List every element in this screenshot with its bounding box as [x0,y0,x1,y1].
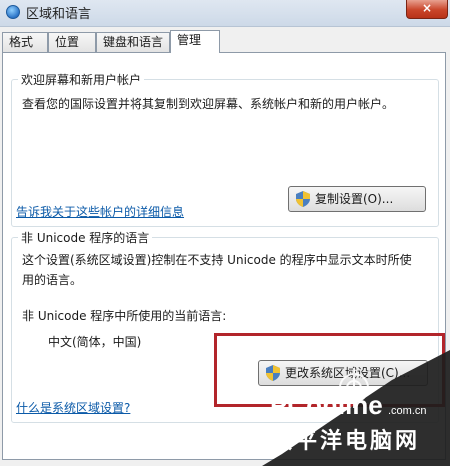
accounts-info-link[interactable]: 告诉我关于这些帐户的详细信息 [16,202,184,222]
title-bar: 区域和语言 × [0,0,450,27]
copy-settings-button[interactable]: 复制设置(O)... [288,186,426,212]
tab-keyboards-languages[interactable]: 键盘和语言 [96,32,170,52]
tab-location[interactable]: 位置 [48,32,96,52]
globe-icon [6,5,20,19]
tab-format[interactable]: 格式 [2,32,48,52]
watermark-chinese: 太平洋电脑网 [270,428,420,454]
tab-administrative[interactable]: 管理 [170,30,220,53]
copy-settings-label: 复制设置(O)... [315,192,394,206]
group-legend-welcome: 欢迎屏幕和新用户帐户 [18,71,145,88]
pconline-watermark: PConline .com.cn 太平洋电脑网 [262,350,450,466]
watermark-domain: .com.cn [388,405,427,417]
group-legend-non-unicode: 非 Unicode 程序的语言 [18,229,153,246]
window-title: 区域和语言 [26,7,92,22]
close-button[interactable]: × [406,0,448,19]
non-unicode-description-line2: 用的语言。 [22,273,83,287]
watermark-brand: PConline [270,390,383,420]
uac-shield-icon [296,191,310,207]
system-locale-help-link[interactable]: 什么是系统区域设置? [16,398,130,418]
welcome-description: 查看您的国际设置并将其复制到欢迎屏幕、系统帐户和新的用户帐户。 [22,97,395,111]
welcome-screen-group: 欢迎屏幕和新用户帐户 查看您的国际设置并将其复制到欢迎屏幕、系统帐户和新的用户帐… [11,71,439,227]
current-language-value: 中文(简体，中国) [48,335,142,349]
non-unicode-description-line1: 这个设置(系统区域设置)控制在不支持 Unicode 的程序中显示文本时所使 [22,253,412,267]
current-language-label: 非 Unicode 程序中所使用的当前语言: [22,309,227,323]
